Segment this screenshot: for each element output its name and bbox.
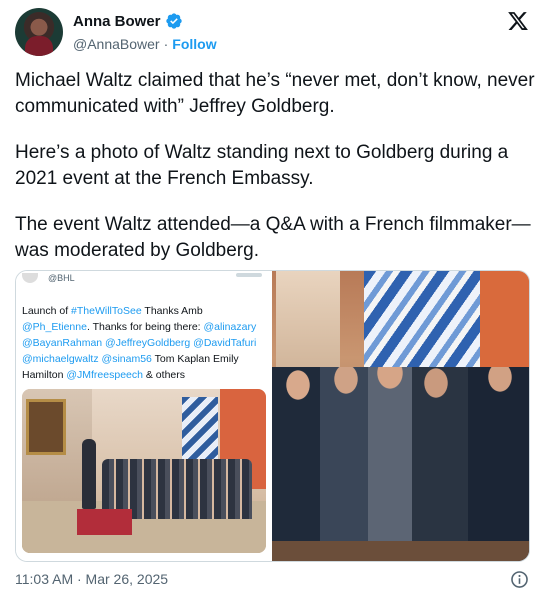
- tweet-timestamp[interactable]: 11:03 AM · Mar 26, 2025: [15, 571, 168, 587]
- embedded-link: @JeffreyGoldberg: [105, 337, 191, 349]
- embedded-handle: @BHL: [48, 273, 75, 283]
- embedded-avatar: [22, 273, 38, 283]
- x-logo-icon[interactable]: [507, 10, 529, 32]
- follow-button[interactable]: Follow: [172, 36, 216, 52]
- embedded-author-row: @BHL: [22, 273, 75, 283]
- embedded-link: @michaelgwaltz: [22, 353, 99, 365]
- embedded-link: @Ph_Etienne: [22, 321, 87, 333]
- embedded-text: Thanks Amb: [141, 305, 203, 317]
- embedded-link: #TheWillToSee: [71, 305, 142, 317]
- embedded-event-photo: [22, 389, 266, 553]
- event-photo[interactable]: [272, 271, 529, 561]
- handle-separator: ·: [163, 36, 169, 52]
- avatar[interactable]: [15, 8, 63, 56]
- author-name[interactable]: Anna Bower: [73, 13, 161, 30]
- media-grid[interactable]: @BHL Launch of #TheWillToSee Thanks Amb …: [15, 270, 530, 562]
- embedded-link: @BayanRahman: [22, 337, 103, 349]
- info-icon[interactable]: [510, 570, 529, 589]
- embedded-link: @JMfreespeech: [66, 369, 143, 381]
- tweet-card: Anna Bower @AnnaBower · Follow Michael W…: [0, 0, 547, 598]
- embedded-tweet-screenshot[interactable]: @BHL Launch of #TheWillToSee Thanks Amb …: [16, 271, 272, 561]
- tweet-paragraph: The event Waltz attended—a Q&A with a Fr…: [15, 214, 531, 261]
- tweet-paragraph: Michael Waltz claimed that he’s “never m…: [15, 70, 535, 117]
- tweet-text: Michael Waltz claimed that he’s “never m…: [15, 68, 535, 284]
- embedded-link: @DavidTafuri: [193, 337, 257, 349]
- verified-badge-icon: [165, 13, 182, 29]
- handle-row: @AnnaBower · Follow: [73, 36, 217, 52]
- author-name-row: Anna Bower: [73, 12, 183, 30]
- embedded-tweet-text: Launch of #TheWillToSee Thanks Amb @Ph_E…: [22, 303, 266, 383]
- embedded-text: . Thanks for being there:: [86, 321, 204, 333]
- tweet-paragraph: Here’s a photo of Waltz standing next to…: [15, 142, 509, 189]
- embedded-text: Launch of: [22, 305, 72, 317]
- embedded-text: & others: [142, 369, 185, 381]
- embedded-divider: [236, 273, 262, 277]
- embedded-link: @alinazary: [203, 321, 257, 333]
- embedded-link: @sinam56: [101, 353, 152, 365]
- author-handle[interactable]: @AnnaBower: [73, 36, 160, 52]
